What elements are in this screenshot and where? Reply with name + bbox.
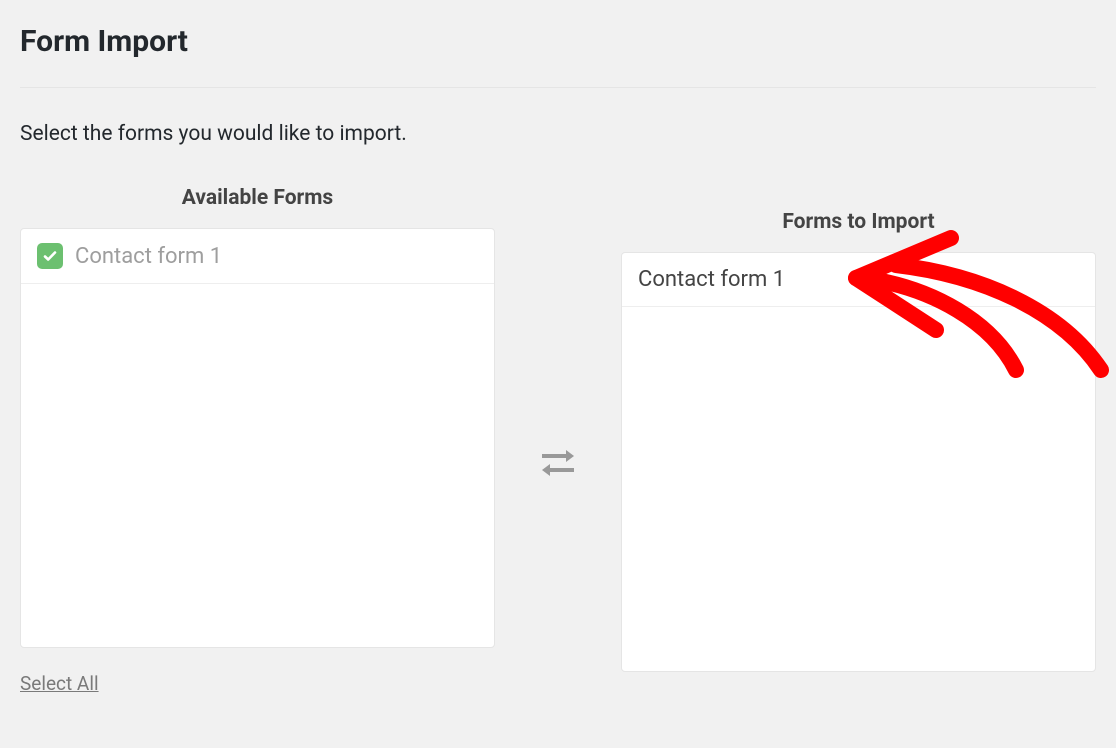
available-forms-column: Available Forms Contact form 1 Select Al… [20,186,495,695]
to-import-form-label: Contact form 1 [638,267,785,292]
forms-to-import-column: Forms to Import Contact form 1 [621,210,1096,672]
available-form-label: Contact form 1 [75,244,222,269]
page-title: Form Import [20,24,1096,59]
available-heading: Available Forms [182,186,333,210]
available-panel: Contact form 1 [20,228,495,648]
swap-icon-container [495,445,621,481]
divider [20,87,1096,88]
available-form-row[interactable]: Contact form 1 [21,229,494,284]
to-import-form-row[interactable]: Contact form 1 [622,253,1095,307]
instruction-text: Select the forms you would like to impor… [20,122,1096,146]
swap-arrows-icon [538,445,578,481]
select-all-link[interactable]: Select All [20,672,99,695]
checkbox-checked-icon[interactable] [37,243,63,269]
form-columns: Available Forms Contact form 1 Select Al… [20,186,1096,695]
to-import-panel: Contact form 1 [621,252,1096,672]
to-import-heading: Forms to Import [782,210,934,234]
